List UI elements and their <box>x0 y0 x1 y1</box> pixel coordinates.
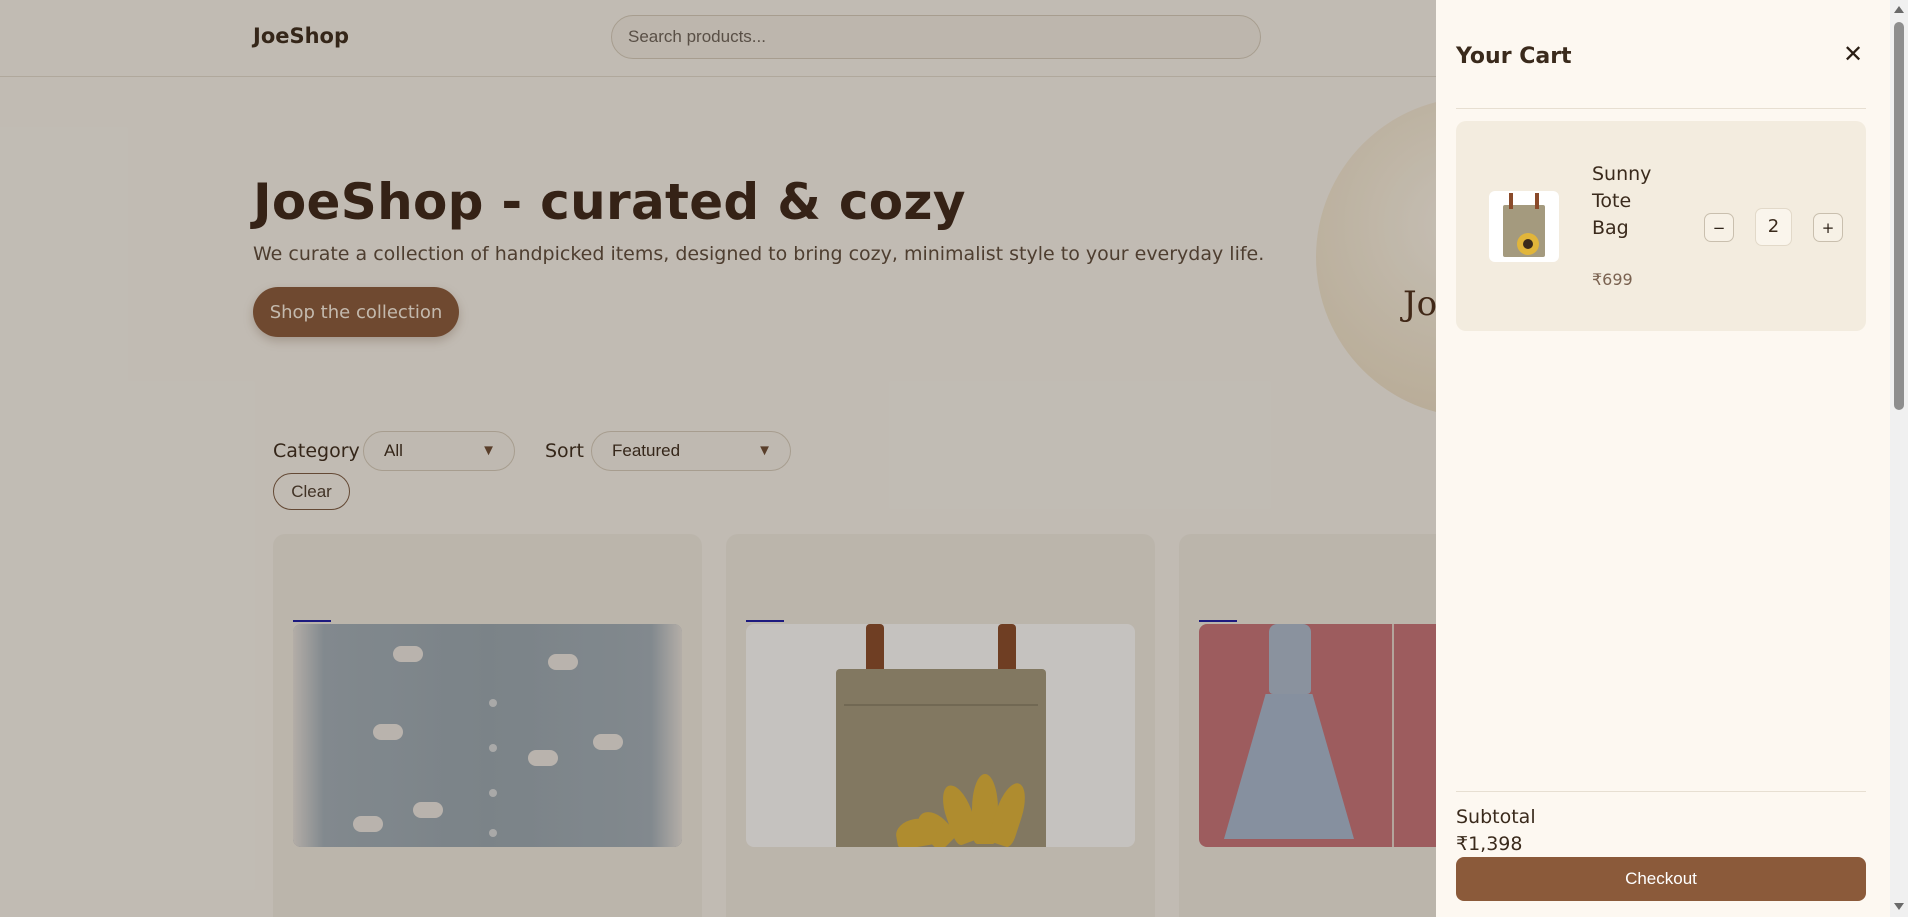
increase-quantity-button[interactable]: + <box>1813 213 1843 242</box>
scroll-up-icon[interactable] <box>1894 6 1904 13</box>
cart-item: Sunny Tote Bag ₹699 − 2 + <box>1456 121 1866 331</box>
divider <box>1456 108 1866 109</box>
checkout-button[interactable]: Checkout <box>1456 857 1866 901</box>
decrease-quantity-button[interactable]: − <box>1704 213 1734 242</box>
cart-item-price: ₹699 <box>1592 270 1633 289</box>
scrollbar-thumb[interactable] <box>1894 22 1904 410</box>
scrollbar[interactable] <box>1890 0 1908 917</box>
cart-item-quantity: 2 <box>1755 208 1792 246</box>
cart-item-name: Sunny Tote Bag <box>1592 163 1652 239</box>
subtotal-value: ₹1,398 <box>1456 833 1523 855</box>
scroll-down-icon[interactable] <box>1894 903 1904 910</box>
cart-item-thumbnail <box>1489 191 1559 262</box>
divider <box>1456 791 1866 792</box>
cart-title: Your Cart <box>1456 44 1572 69</box>
cart-drawer: Your Cart ✕ Sunny Tote Bag ₹699 − 2 + Su… <box>1436 0 1890 917</box>
close-icon[interactable]: ✕ <box>1840 42 1866 68</box>
subtotal-label: Subtotal <box>1456 806 1536 828</box>
